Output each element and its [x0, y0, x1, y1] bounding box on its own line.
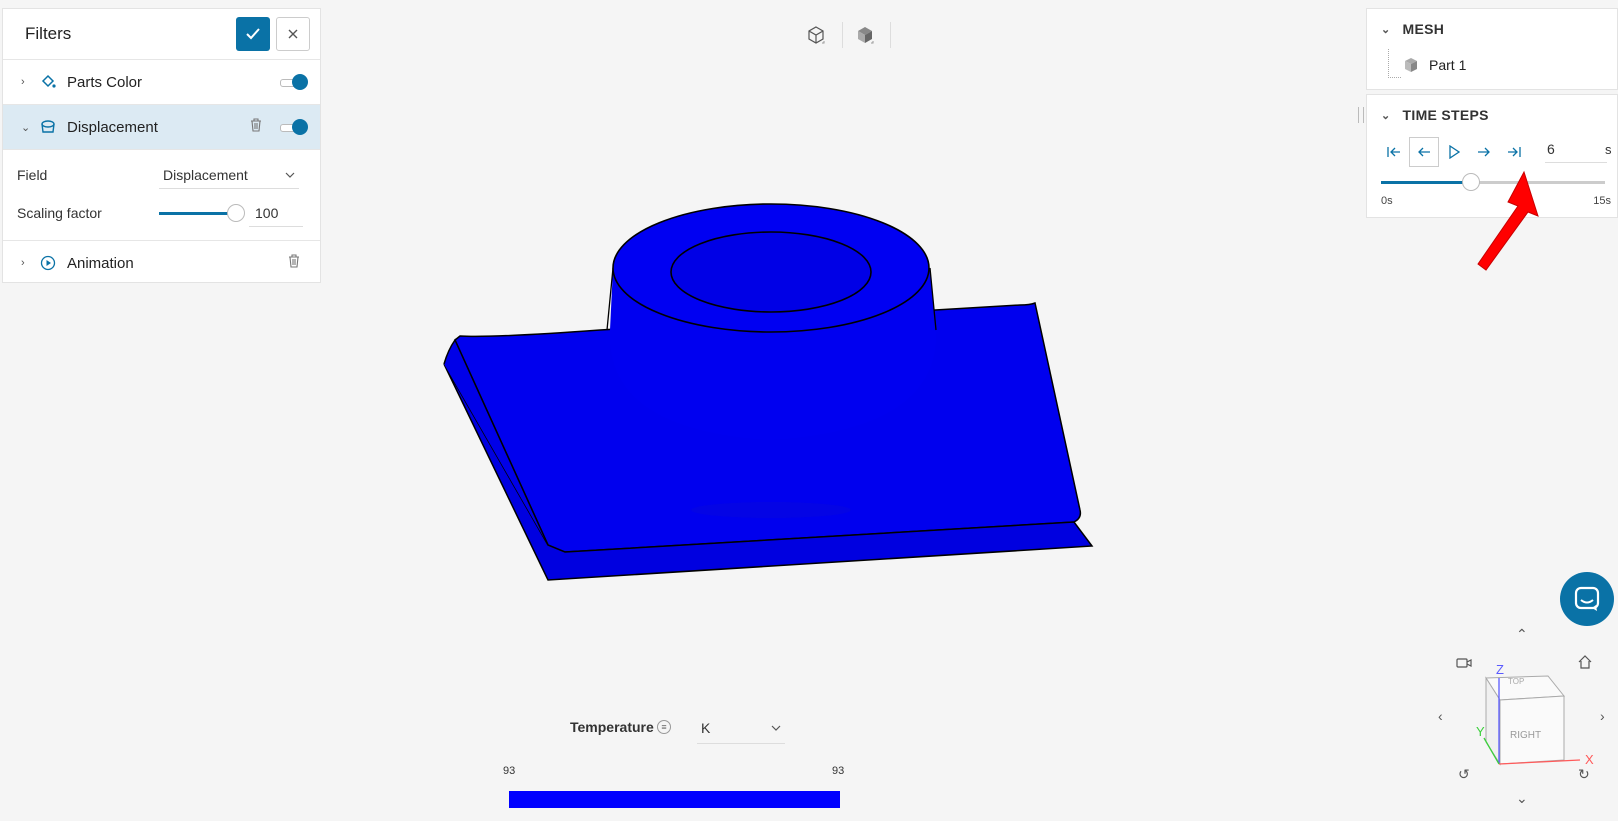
rotate-up-icon[interactable]: ⌃ — [1516, 626, 1528, 643]
part-label: Part 1 — [1429, 57, 1467, 73]
filter-label: Animation — [67, 254, 134, 272]
field-label: Field — [17, 167, 48, 183]
parts-color-toggle[interactable] — [280, 73, 308, 91]
time-step-input[interactable]: 6 — [1545, 141, 1607, 163]
close-button[interactable] — [276, 17, 310, 51]
tree-connector — [1388, 49, 1401, 78]
close-icon — [288, 29, 298, 39]
mesh-panel: ⌄ MESH Part 1 — [1366, 8, 1618, 90]
time-max-label: 15s — [1593, 195, 1611, 207]
scaling-input[interactable]: 100 — [249, 199, 303, 227]
legend-variable-label: Temperature — [570, 719, 654, 735]
axis-y-label: Y — [1476, 724, 1485, 739]
next-step-icon[interactable] — [1469, 137, 1499, 167]
previous-step-icon[interactable] — [1409, 137, 1439, 167]
mesh-header[interactable]: ⌄ MESH — [1367, 9, 1617, 49]
play-icon[interactable] — [1439, 137, 1469, 167]
filter-item-animation[interactable]: › Animation — [3, 241, 320, 285]
scaling-slider-handle[interactable] — [227, 204, 245, 222]
rotate-left-icon[interactable]: ‹ — [1438, 708, 1443, 724]
unit-select[interactable]: K — [697, 712, 785, 744]
filters-panel: Filters › Parts Color ⌄ Displacement Fie… — [2, 8, 321, 283]
play-circle-icon — [39, 254, 57, 272]
chevron-down-icon[interactable]: ⌄ — [21, 121, 31, 134]
filter-label: Parts Color — [67, 73, 143, 91]
rotate-right-icon[interactable]: › — [1600, 708, 1605, 724]
displacement-toggle[interactable] — [280, 118, 308, 136]
filters-header: Filters — [3, 9, 320, 60]
time-step-unit: s — [1605, 142, 1612, 157]
chat-button[interactable] — [1560, 572, 1614, 626]
toolbar-divider — [890, 22, 891, 48]
paint-bucket-icon — [39, 73, 57, 91]
unit-select-value: K — [701, 719, 711, 736]
last-step-icon[interactable] — [1499, 137, 1529, 167]
delete-animation-icon[interactable] — [288, 253, 300, 273]
time-min-label: 0s — [1381, 195, 1393, 207]
chevron-down-icon — [771, 725, 781, 731]
mesh-title: MESH — [1402, 21, 1445, 37]
3d-model-view[interactable] — [430, 200, 1100, 610]
legend-color-bar — [509, 791, 840, 808]
axis-z-label: Z — [1496, 662, 1504, 677]
part-cube-icon — [1405, 58, 1417, 72]
annotation-arrow — [1477, 170, 1539, 271]
panel-resize-handle[interactable] — [1358, 107, 1364, 123]
time-step-controls — [1379, 137, 1529, 167]
chevron-down-icon[interactable]: ⌄ — [1381, 23, 1391, 36]
displacement-icon — [39, 118, 57, 136]
filter-item-displacement[interactable]: ⌄ Displacement — [3, 105, 320, 150]
field-select[interactable]: Displacement — [159, 161, 299, 189]
legend-min-value: 93 — [503, 765, 516, 777]
chevron-right-icon[interactable]: › — [21, 257, 31, 269]
rotate-down-icon[interactable]: ⌄ — [1516, 790, 1528, 807]
field-row: Field Displacement — [3, 156, 320, 194]
tree-item-part-1[interactable]: Part 1 — [1403, 57, 1466, 73]
scaling-row: Scaling factor 100 — [3, 194, 320, 232]
toolbar-divider — [842, 22, 843, 48]
cube-face-top[interactable]: TOP — [1508, 677, 1524, 686]
scaling-slider[interactable] — [159, 203, 245, 223]
legend-max-value: 93 — [832, 765, 845, 777]
axis-x-label: X — [1585, 752, 1594, 767]
chevron-right-icon[interactable]: › — [21, 76, 31, 88]
chat-icon — [1574, 586, 1600, 611]
filter-item-parts-color[interactable]: › Parts Color — [3, 60, 320, 105]
legend-menu-icon[interactable]: ≡ — [657, 720, 671, 734]
solid-cube-icon[interactable] — [850, 20, 880, 50]
displacement-settings: Field Displacement Scaling factor 100 — [3, 150, 320, 241]
field-select-value: Displacement — [163, 166, 248, 183]
chevron-down-icon[interactable]: ⌄ — [1381, 109, 1391, 122]
filter-label: Displacement — [67, 118, 158, 136]
filters-title: Filters — [25, 24, 72, 43]
time-steps-header[interactable]: ⌄ TIME STEPS — [1367, 95, 1617, 135]
wireframe-cube-icon[interactable] — [801, 20, 831, 50]
time-steps-title: TIME STEPS — [1402, 107, 1489, 123]
delete-displacement-icon[interactable] — [250, 117, 262, 137]
cube-face-right[interactable]: RIGHT — [1510, 730, 1541, 741]
check-icon — [246, 28, 260, 40]
chevron-down-icon — [285, 172, 295, 178]
scaling-label: Scaling factor — [17, 205, 102, 221]
apply-button[interactable] — [236, 17, 270, 51]
first-step-icon[interactable] — [1379, 137, 1409, 167]
view-cube[interactable]: TOP RIGHT Z Y X — [1450, 656, 1600, 786]
navigation-cube-widget: ⌃ ⌄ ‹ › ↺ ↻ TOP RIGHT Z Y X — [1430, 622, 1618, 812]
time-step-slider-fill — [1381, 181, 1471, 184]
